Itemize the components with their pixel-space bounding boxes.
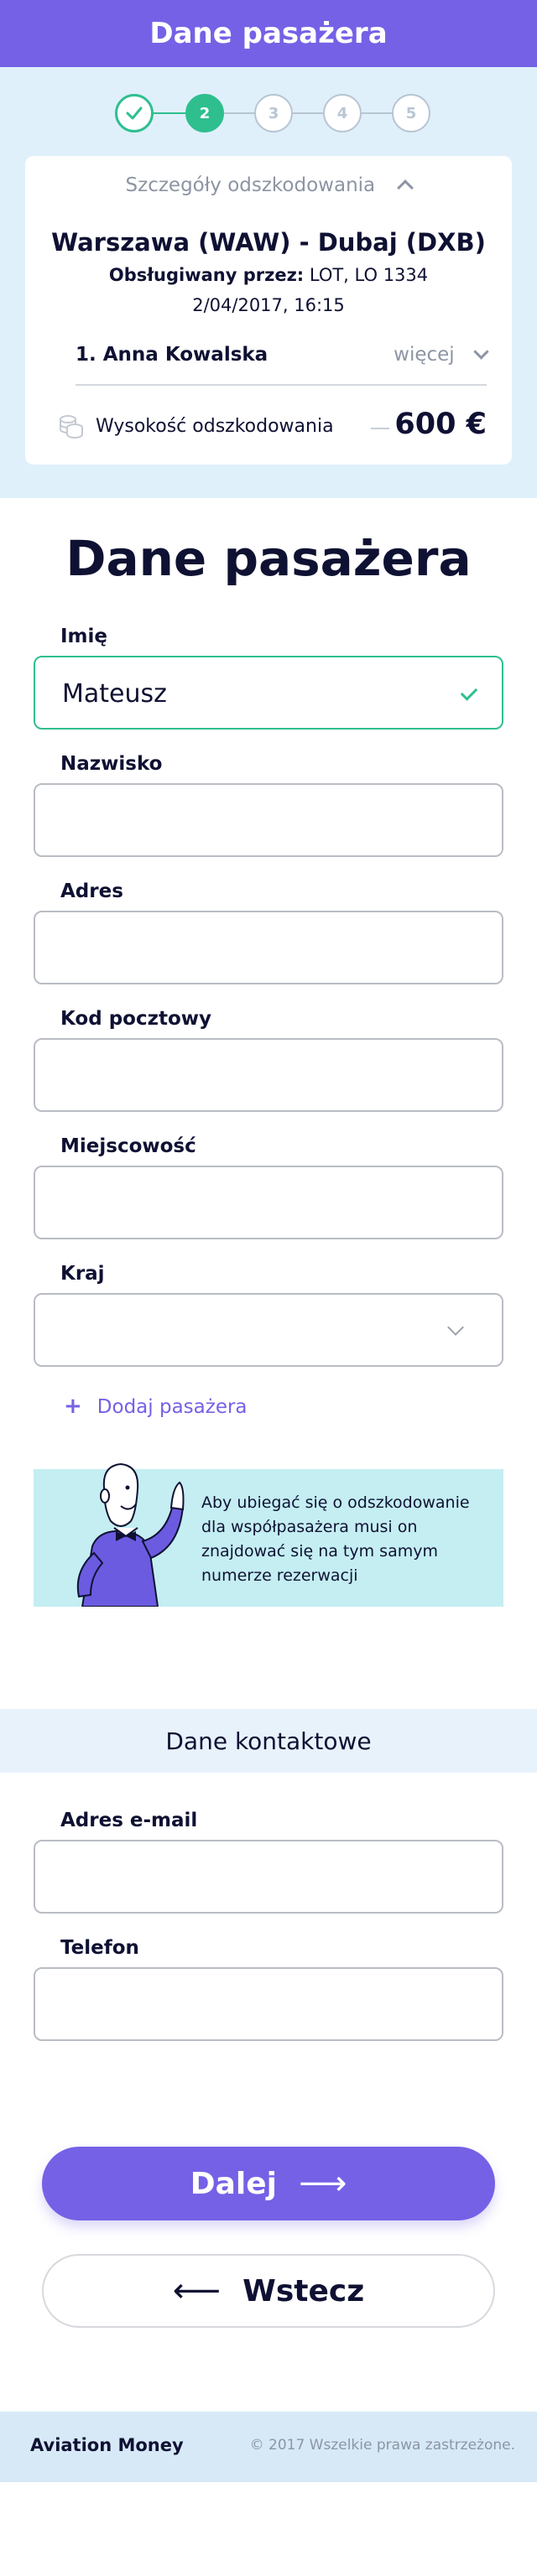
operated-by: Obsługiwany przez: LOT, LO 1334 [25,265,512,285]
country-label: Kraj [60,1263,105,1285]
check-icon [460,683,478,701]
step-4[interactable]: 4 [323,94,362,132]
flight-route: Warszawa (WAW) - Dubaj (DXB) [51,228,486,257]
operated-by-value: LOT, LO 1334 [304,265,429,285]
details-toggle-label: Szczegóły odszkodowania [125,174,376,196]
more-label: więcej [394,344,455,366]
add-passenger-label: Dodaj pasażera [96,1396,248,1418]
details-toggle[interactable]: Szczegóły odszkodowania [25,174,512,196]
page-title: Dane pasażera [65,530,472,587]
city-field[interactable] [34,1166,503,1239]
step-3[interactable]: 3 [254,94,293,132]
last-name-field[interactable] [34,783,503,857]
address-field[interactable] [34,911,503,984]
contact-section-title: Dane kontaktowe [165,1727,372,1755]
phone-field[interactable] [34,1967,503,2041]
chevron-down-icon [447,1319,464,1336]
email-label: Adres e-mail [60,1810,198,1831]
postal-code-label: Kod pocztowy [60,1008,212,1030]
back-button-label: Wstecz [242,2273,365,2309]
address-label: Adres [60,880,123,902]
first-name-field[interactable]: Mateusz [34,656,503,730]
operated-by-label: Obsługiwany przez: [108,265,305,285]
divider [371,428,389,429]
chevron-down-icon [473,344,489,360]
step-connector [293,112,326,114]
compensation-row: Wysokość odszkodowania 600 € [59,408,487,449]
arrow-right-icon: ⟶ [298,2164,347,2203]
contact-section-header: Dane kontaktowe [0,1709,537,1773]
footer-brand[interactable]: Aviation Money [30,2435,184,2455]
passenger-name: 1. Anna Kowalska [76,344,268,366]
info-text: Aby ubiegać się o odszkodowanie dla wspó… [201,1493,470,1585]
add-passenger-button[interactable]: + Dodaj pasażera [64,1394,248,1419]
mascot-illustration [76,1462,185,1607]
divider [76,384,487,386]
step-connector [154,112,189,114]
phone-label: Telefon [60,1937,139,1959]
page-footer: Aviation Money © 2017 Wszelkie prawa zas… [0,2412,537,2482]
coins-icon [60,415,83,439]
footer-copyright: © 2017 Wszelkie prawa zastrzeżone. [249,2437,515,2454]
progress-stepper: 2 3 4 5 [0,94,537,132]
compensation-amount: 600 € [394,408,487,441]
compensation-label: Wysokość odszkodowania [96,416,334,437]
next-button[interactable]: Dalej ⟶ [42,2147,495,2220]
first-name-label: Imię [60,626,108,647]
country-select[interactable] [34,1293,503,1367]
page-header: Dane pasażera [0,0,537,67]
step-5[interactable]: 5 [392,94,430,132]
compensation-summary-card: Szczegóły odszkodowania Warszawa (WAW) -… [25,156,512,465]
next-button-label: Dalej [190,2166,277,2201]
step-connector [362,112,395,114]
last-name-label: Nazwisko [60,753,163,775]
postal-code-field[interactable] [34,1038,503,1112]
plus-icon: + [64,1394,82,1419]
step-connector [224,112,258,114]
step-2[interactable]: 2 [185,94,224,132]
chevron-up-icon [397,179,414,196]
back-button[interactable]: ⟵ Wstecz [42,2254,495,2328]
flight-date: 2/04/2017, 16:15 [192,295,345,315]
info-box: Aby ubiegać się o odszkodowanie dla wspó… [34,1462,503,1607]
header-title: Dane pasażera [149,17,388,50]
step-1[interactable] [115,94,154,132]
first-name-value: Mateusz [62,679,167,709]
passenger-row: 1. Anna Kowalska więcej [76,340,489,374]
city-label: Miejscowość [60,1135,196,1157]
check-icon [126,106,143,120]
email-field[interactable] [34,1840,503,1914]
arrow-left-icon: ⟵ [172,2272,222,2310]
more-button[interactable]: więcej [394,344,489,366]
